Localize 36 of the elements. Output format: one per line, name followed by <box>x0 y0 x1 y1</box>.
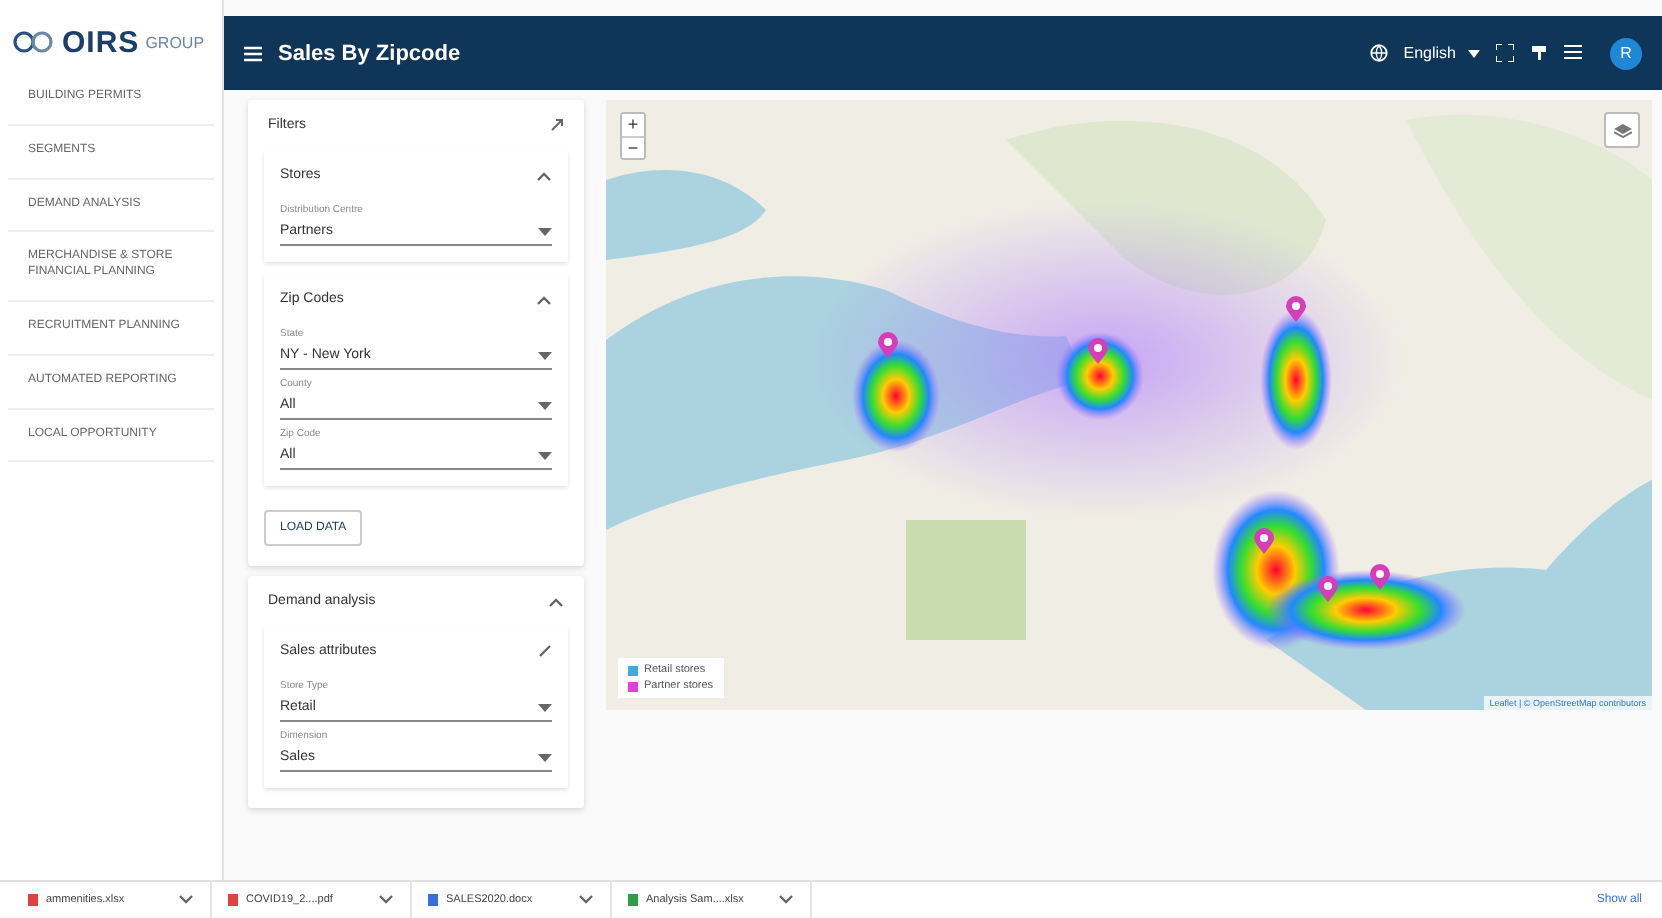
map-pin-icon[interactable] <box>1087 337 1108 364</box>
caret-icon[interactable] <box>178 894 194 906</box>
caret-icon[interactable] <box>778 894 794 906</box>
layers-icon <box>1613 123 1631 137</box>
user-avatar[interactable]: R <box>1610 37 1642 69</box>
notes-icon[interactable] <box>1564 44 1582 62</box>
chevron-icon[interactable] <box>548 595 564 607</box>
page-title: Sales By Zipcode <box>278 41 463 65</box>
map-pin-icon[interactable] <box>1369 563 1390 590</box>
dropdown-caret-icon <box>538 753 552 761</box>
logo-suffix: GROUP <box>145 33 205 51</box>
expand-icon[interactable] <box>550 118 564 132</box>
map-pin-icon[interactable] <box>1254 527 1275 553</box>
brush-icon[interactable] <box>1530 44 1548 62</box>
caret-icon[interactable] <box>378 894 394 906</box>
map-pin-icon[interactable] <box>1317 575 1338 602</box>
language-selector[interactable]: English <box>1403 44 1480 62</box>
dropdown-caret-icon <box>538 703 552 711</box>
caret-icon[interactable] <box>578 894 594 906</box>
dropdown-caret-icon <box>538 451 552 459</box>
dropdown-caret-icon <box>538 227 552 235</box>
zoom-out-button[interactable]: − <box>622 136 644 158</box>
layers-button[interactable] <box>1604 112 1640 148</box>
dropdown-caret-icon <box>538 351 552 359</box>
menu-icon[interactable] <box>244 45 262 61</box>
logo-rings-icon <box>12 30 56 54</box>
edit-icon[interactable] <box>538 644 552 658</box>
logo-text: OIRS <box>62 25 140 59</box>
map-pin-icon[interactable] <box>877 331 898 358</box>
dropdown-caret-icon <box>538 401 552 409</box>
chevron-icon[interactable] <box>536 169 552 181</box>
caret-icon <box>1468 49 1480 57</box>
fullscreen-icon[interactable] <box>1496 44 1514 62</box>
map-pin-icon[interactable] <box>1285 295 1306 322</box>
chevron-icon[interactable] <box>536 293 552 305</box>
globe-icon <box>1369 44 1388 62</box>
